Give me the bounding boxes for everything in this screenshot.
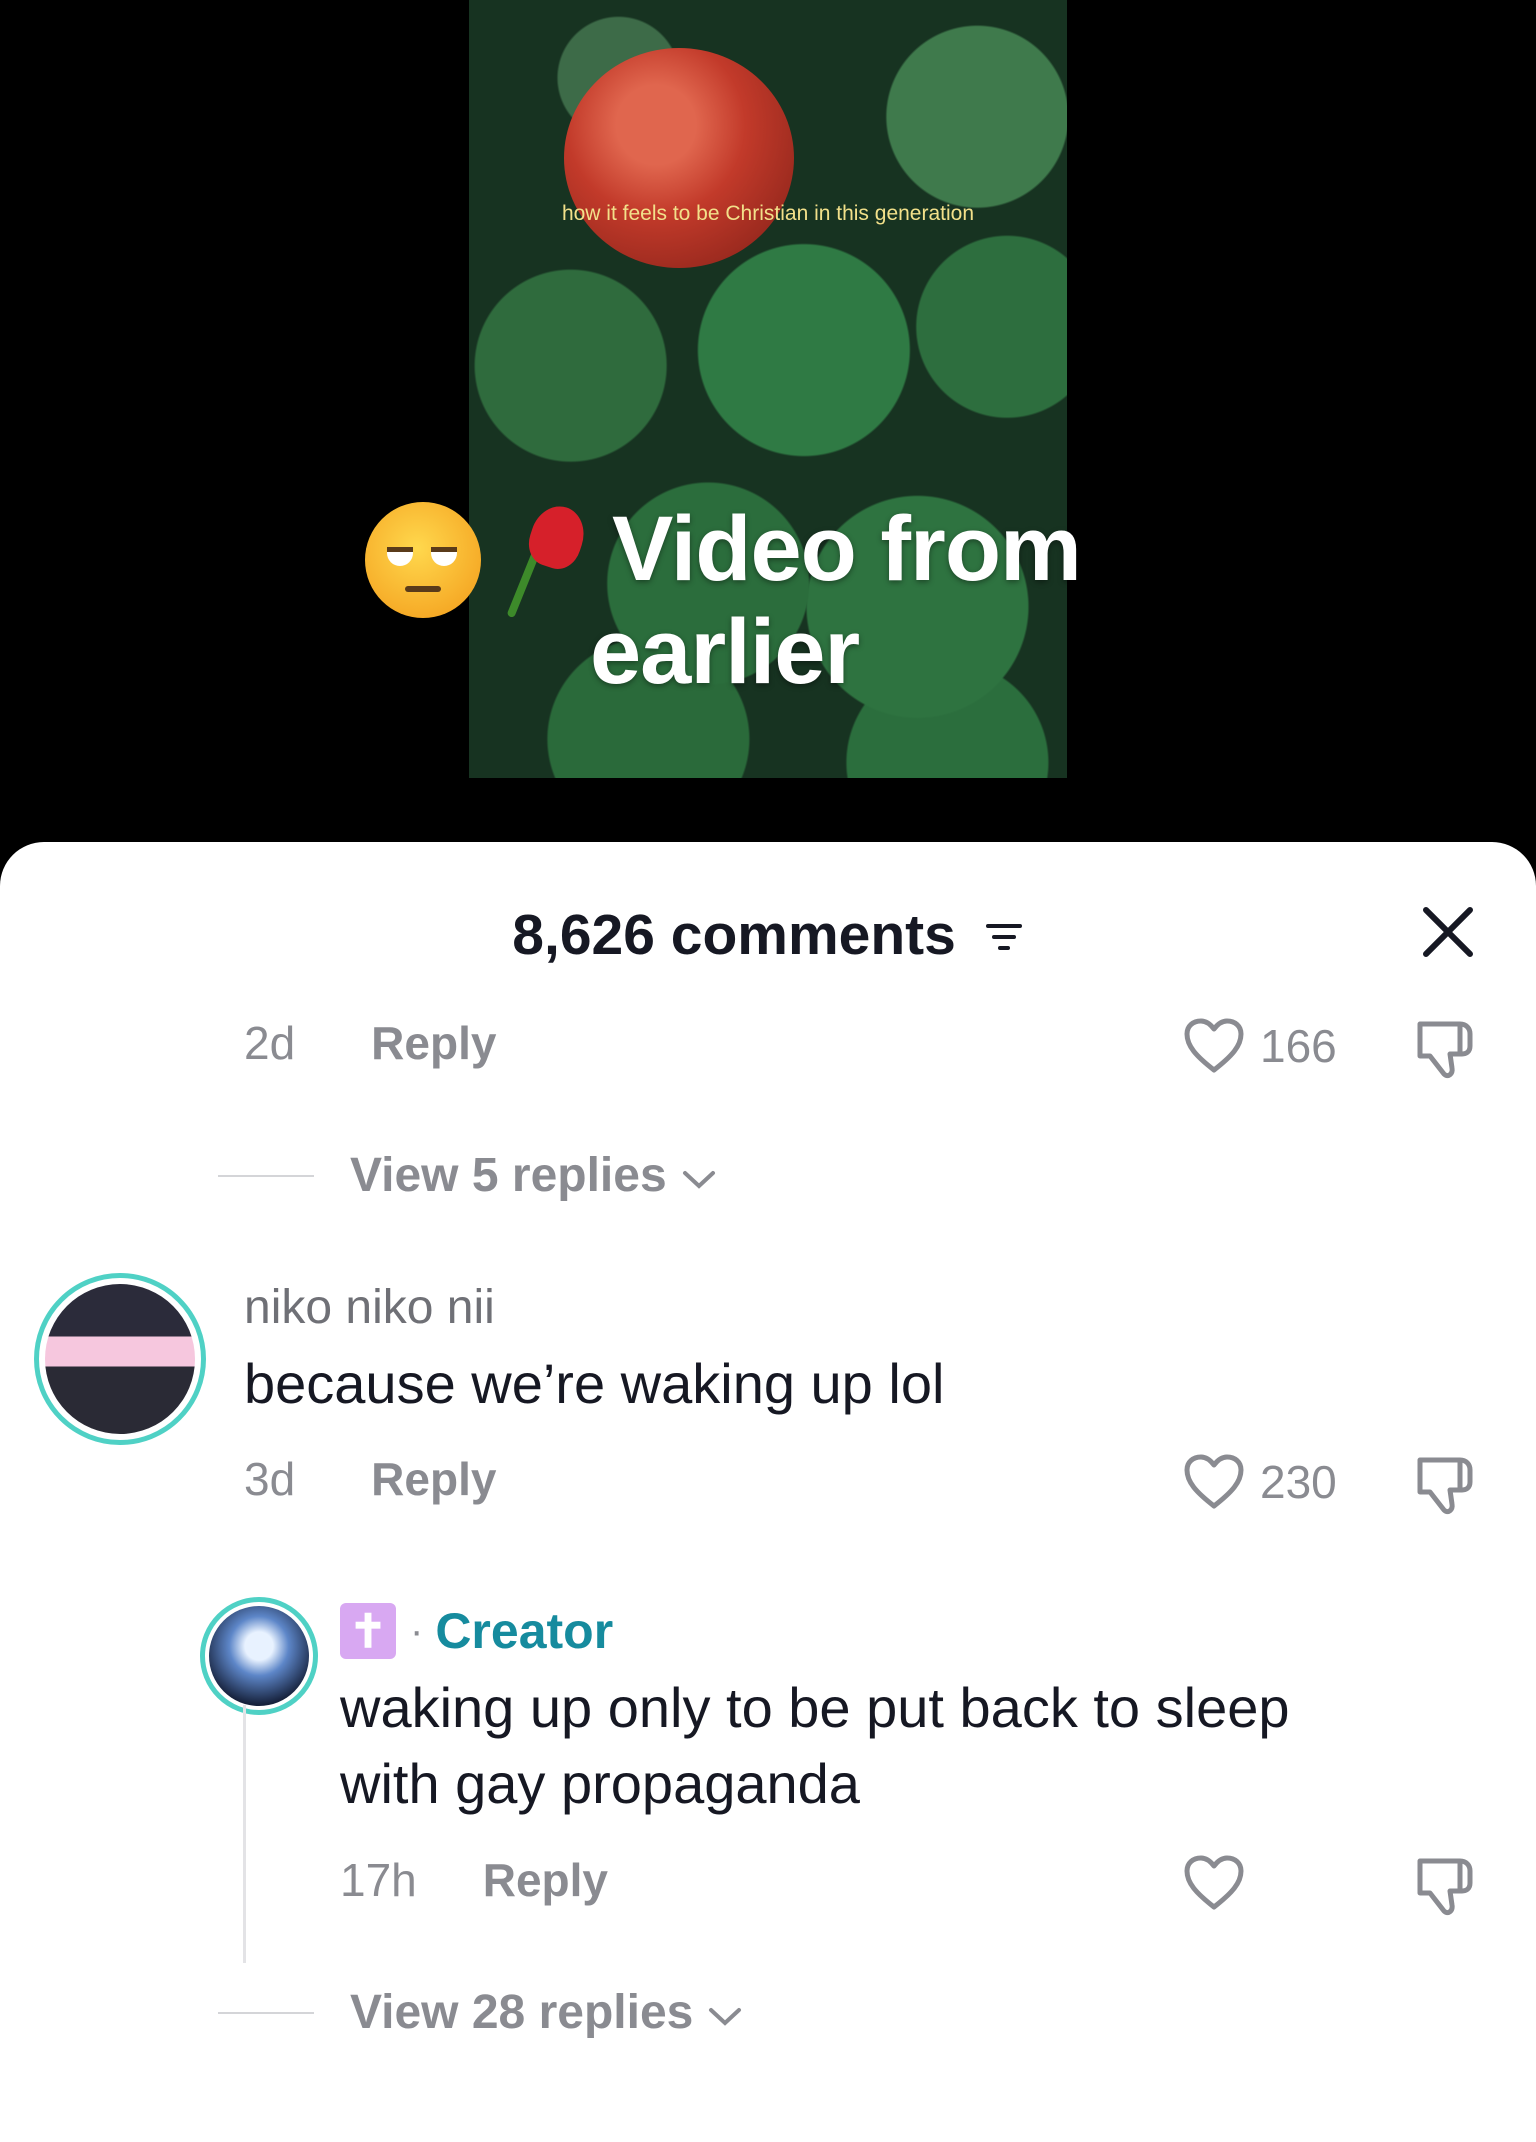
view-replies-label: View 5 replies: [350, 1149, 667, 1202]
avatar-image: [45, 1284, 195, 1434]
reply-button[interactable]: Reply: [371, 1452, 496, 1506]
heart-icon: [1184, 1454, 1244, 1509]
dislike-icon[interactable]: [1410, 1853, 1480, 1924]
red-apple-image: [564, 48, 794, 268]
overlay-line-1: Video from: [612, 498, 1082, 600]
separator-dot: ·: [410, 1608, 424, 1653]
heart-icon: [1184, 1855, 1244, 1910]
chevron-down-icon: [681, 1148, 717, 1203]
divider: [218, 1174, 314, 1177]
creator-label: Creator: [435, 1603, 614, 1659]
creator-avatar[interactable]: [200, 1597, 318, 1715]
cross-icon: ✝: [340, 1603, 396, 1659]
comment-meta: 3d Reply: [244, 1452, 496, 1506]
wilted-rose-icon: [483, 499, 593, 620]
comment-text: because we’re waking up lol: [244, 1352, 945, 1415]
reply-button[interactable]: Reply: [371, 1016, 496, 1070]
comments-header: 8,626 comments: [0, 902, 1536, 968]
video-caption: how it feels to be Christian in this gen…: [561, 202, 975, 225]
reply-meta: 17h Reply: [340, 1853, 608, 1907]
view-replies-label: View 28 replies: [350, 1986, 694, 2039]
like-count: 230: [1260, 1456, 1337, 1508]
reply-text-line-2: with gay propaganda: [340, 1752, 860, 1815]
dislike-icon[interactable]: [1410, 1452, 1480, 1523]
close-icon[interactable]: [1418, 902, 1478, 962]
filter-icon[interactable]: [984, 902, 1024, 968]
video-overlay-title: Video from earlier: [590, 498, 1082, 704]
overlay-line-2: earlier: [590, 601, 860, 704]
thread-line: [243, 1705, 246, 1963]
video-preview[interactable]: how it feels to be Christian in this gen…: [0, 0, 1536, 860]
like-count: 166: [1260, 1020, 1337, 1072]
overlay-emojis: [365, 499, 593, 620]
comment-time: 3d: [244, 1453, 296, 1505]
reply-button[interactable]: Reply: [483, 1853, 608, 1907]
reply-time: 17h: [340, 1854, 417, 1906]
comment-time: 2d: [244, 1017, 296, 1069]
avatar-image: [209, 1606, 309, 1706]
like-button[interactable]: 230: [1182, 1452, 1337, 1512]
dislike-icon[interactable]: [1410, 1016, 1480, 1087]
comments-count: 8,626 comments: [512, 903, 956, 967]
reply-text: waking up only to be put back to sleep w…: [340, 1670, 1290, 1822]
avatar[interactable]: [34, 1273, 206, 1445]
divider: [218, 2011, 314, 2014]
like-button[interactable]: 166: [1182, 1016, 1337, 1076]
comment-meta: 2d Reply: [244, 1016, 496, 1070]
view-replies-button[interactable]: View 28 replies: [218, 1985, 743, 2040]
reply-text-line-1: waking up only to be put back to sleep: [340, 1676, 1290, 1739]
like-button[interactable]: [1182, 1853, 1260, 1913]
view-replies-button[interactable]: View 5 replies: [218, 1148, 717, 1203]
comment-username[interactable]: niko niko nii: [244, 1280, 495, 1335]
reply-author[interactable]: ✝ · Creator: [340, 1602, 613, 1660]
heart-icon: [1184, 1018, 1244, 1073]
unamused-face-icon: [365, 502, 481, 618]
chevron-down-icon: [707, 1985, 743, 2040]
